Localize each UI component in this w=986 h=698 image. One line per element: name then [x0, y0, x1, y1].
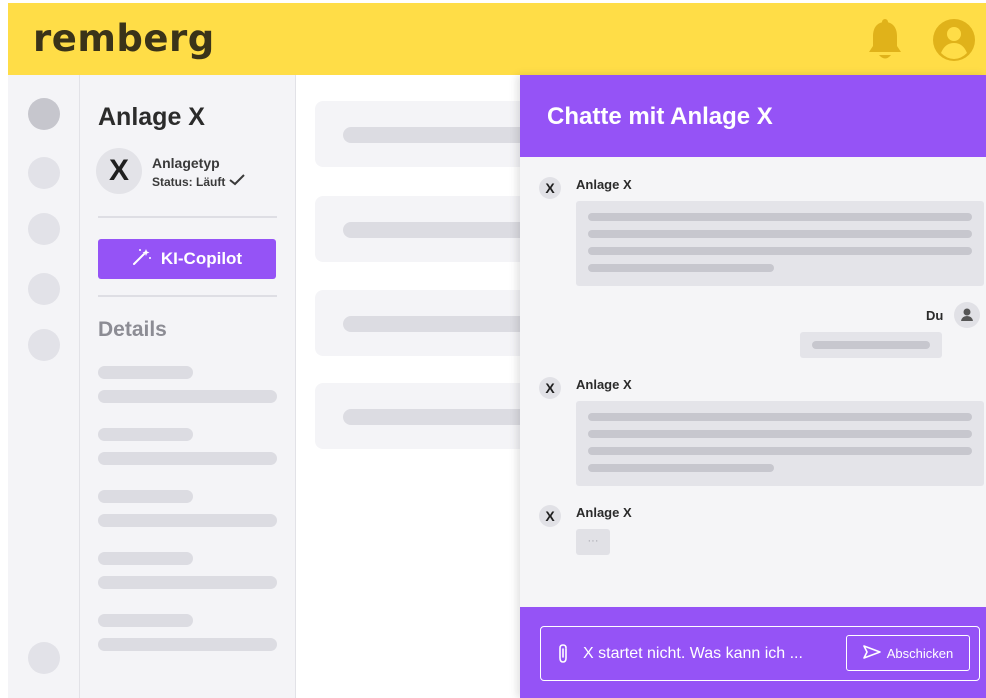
chat-composer: Abschicken	[520, 607, 986, 698]
message-sender: Anlage X	[576, 177, 632, 192]
rail-nav-item[interactable]	[28, 273, 60, 305]
asset-status-text: Status: Läuft	[152, 174, 226, 189]
asset-chat-avatar: X	[539, 177, 561, 199]
top-bar: remberg	[8, 3, 986, 75]
rail-nav-item[interactable]	[28, 98, 60, 130]
composer-box: Abschicken	[540, 626, 980, 681]
account-icon[interactable]	[932, 18, 976, 67]
skeleton-line	[343, 127, 543, 143]
skeleton-line	[343, 316, 543, 332]
asset-avatar: X	[96, 148, 142, 194]
message-sender: Anlage X	[576, 377, 632, 392]
skeleton-line	[343, 409, 543, 425]
asset-detail-panel: Anlage X X Anlagetyp Status: Läuft KI-Co…	[80, 75, 296, 698]
divider	[98, 295, 277, 297]
skeleton-line	[98, 366, 193, 379]
side-rail	[8, 75, 80, 698]
asset-status: Status: Läuft	[152, 174, 246, 189]
skeleton-line	[588, 213, 972, 221]
chat-header: Chatte mit Anlage X	[520, 75, 986, 157]
asset-chat-avatar: X	[539, 377, 561, 399]
user-avatar-icon	[954, 302, 980, 328]
chat-title: Chatte mit Anlage X	[547, 103, 773, 130]
skeleton-line	[98, 576, 277, 589]
skeleton-line	[98, 390, 277, 403]
skeleton-line	[98, 452, 277, 465]
rail-nav-item[interactable]	[28, 157, 60, 189]
send-icon	[862, 644, 881, 662]
asset-type: Anlagetyp	[152, 155, 220, 171]
skeleton-line	[588, 413, 972, 421]
rail-nav-item[interactable]	[28, 642, 60, 674]
remberg-logo[interactable]: remberg	[33, 17, 215, 60]
check-icon	[229, 174, 246, 189]
message-input[interactable]	[583, 640, 833, 667]
ki-copilot-button[interactable]: KI-Copilot	[98, 239, 276, 279]
details-heading: Details	[98, 318, 167, 341]
asset-chat-avatar: X	[539, 505, 561, 527]
message-bubble	[576, 401, 984, 486]
skeleton-line	[812, 341, 930, 349]
message-bubble	[576, 201, 984, 286]
placeholder-card[interactable]	[315, 101, 543, 167]
skeleton-line	[98, 428, 193, 441]
skeleton-line	[98, 514, 277, 527]
skeleton-line	[98, 614, 193, 627]
send-label: Abschicken	[886, 645, 954, 661]
bell-icon[interactable]	[868, 18, 902, 69]
asset-title: Anlage X	[98, 103, 205, 131]
skeleton-line	[588, 230, 972, 238]
skeleton-line	[98, 552, 193, 565]
typing-indicator: ···	[576, 529, 610, 555]
rail-nav-item[interactable]	[28, 213, 60, 245]
skeleton-line	[588, 447, 972, 455]
magic-wand-icon	[132, 248, 152, 271]
skeleton-line	[98, 490, 193, 503]
skeleton-line	[98, 638, 277, 651]
skeleton-line	[588, 430, 972, 438]
send-button[interactable]: Abschicken	[846, 635, 970, 671]
placeholder-card[interactable]	[315, 196, 543, 262]
skeleton-line	[588, 247, 972, 255]
ki-copilot-label: KI-Copilot	[160, 249, 243, 268]
placeholder-card[interactable]	[315, 383, 543, 449]
rail-nav-item[interactable]	[28, 329, 60, 361]
skeleton-line	[588, 464, 774, 472]
skeleton-line	[588, 264, 774, 272]
message-sender: Du	[926, 308, 944, 323]
message-sender: Anlage X	[576, 505, 632, 520]
divider	[98, 216, 277, 218]
skeleton-line	[343, 222, 543, 238]
chat-panel: Chatte mit Anlage X X Anlage X Du X Anla…	[520, 75, 986, 698]
placeholder-card[interactable]	[315, 290, 543, 356]
message-bubble	[800, 332, 942, 358]
paperclip-icon[interactable]	[556, 643, 570, 670]
